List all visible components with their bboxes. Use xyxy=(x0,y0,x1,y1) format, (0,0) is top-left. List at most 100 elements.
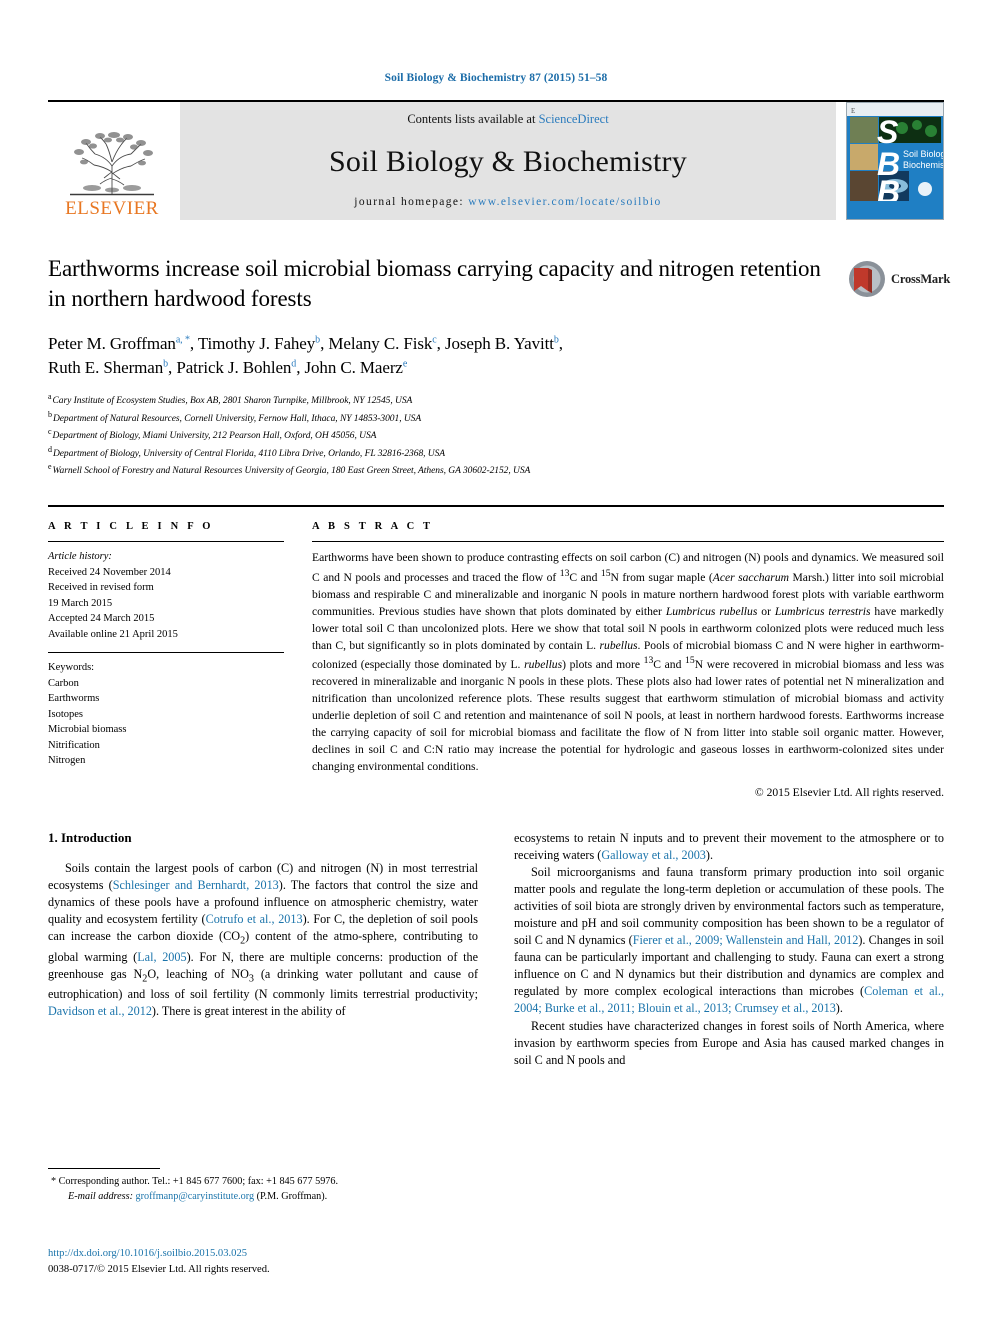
author-marks: b xyxy=(315,334,321,346)
section-heading-introduction: 1. Introduction xyxy=(48,829,132,845)
citation-link[interactable]: Lal, 2005 xyxy=(137,950,186,964)
intro-paragraph-1: Soils contain the largest pools of carbo… xyxy=(48,860,478,1021)
footnote-rule xyxy=(48,1168,160,1169)
affiliation-text: Warnell School of Forestry and Natural R… xyxy=(52,466,531,477)
affiliation-text: Cary Institute of Ecosystem Studies, Box… xyxy=(52,396,413,407)
author-marks: c xyxy=(432,334,437,346)
article-history-item: 19 March 2015 xyxy=(48,597,113,609)
intro-paragraph-2: Soil microorganisms and fauna transform … xyxy=(514,864,944,1018)
keyword-item: Microbial biomass xyxy=(48,724,127,736)
para-text: ). xyxy=(705,847,714,862)
abstract-text: N were recovered in microbial biomass an… xyxy=(312,658,944,773)
keyword-item: Earthworms xyxy=(48,693,100,705)
svg-text:Biochemistry: Biochemistry xyxy=(903,160,943,170)
cover-art: E S B B Soil Biology & Biochemistry xyxy=(847,103,943,219)
article-history-block: Article history: Received 24 November 20… xyxy=(48,542,284,642)
sciencedirect-link[interactable]: ScienceDirect xyxy=(539,112,609,126)
author-marks: a, * xyxy=(175,334,190,346)
citation-link[interactable]: Davidson et al., 2012 xyxy=(48,1004,152,1018)
species-name: rubellus xyxy=(599,638,638,652)
journal-cover-thumbnail: E S B B Soil Biology & Biochemistry xyxy=(846,102,944,220)
journal-title: Soil Biology & Biochemistry xyxy=(329,144,687,178)
abstract-text: N from sugar maple ( xyxy=(610,570,713,584)
crossmark-icon xyxy=(848,260,886,298)
crossmark-label: CrossMark xyxy=(891,271,951,286)
author-marks: b xyxy=(553,334,559,346)
keyword-item: Carbon xyxy=(48,677,79,689)
journal-homepage-link[interactable]: www.elsevier.com/locate/soilbio xyxy=(468,196,661,208)
title-block: Earthworms increase soil microbial bioma… xyxy=(48,254,950,314)
author-email-link[interactable]: groffmanp@caryinstitute.org xyxy=(136,1191,255,1202)
paper-page: Soil Biology & Biochemistry 87 (2015) 51… xyxy=(0,0,992,1323)
doi-block: http://dx.doi.org/10.1016/j.soilbio.2015… xyxy=(48,1246,518,1278)
author-name: Timothy J. Fahey xyxy=(197,333,316,353)
author-name: Peter M. Groffman xyxy=(48,333,176,353)
affiliation-item: dDepartment of Biology, University of Ce… xyxy=(48,444,944,462)
article-history-item: Received 24 November 2014 xyxy=(48,566,171,578)
citation-link[interactable]: Fierer et al., 2009; Wallenstein and Hal… xyxy=(633,933,859,947)
journal-homepage-line: journal homepage: www.elsevier.com/locat… xyxy=(354,196,661,208)
abstract-heading: A B S T R A C T xyxy=(312,521,434,533)
contents-prefix: Contents lists available at xyxy=(407,112,539,126)
isotope-15: 15 xyxy=(685,655,695,667)
author-name: Ruth E. Sherman xyxy=(48,358,164,378)
para-text: O, leaching of NO xyxy=(147,966,249,981)
affiliation-text: Department of Biology, Miami University,… xyxy=(52,431,377,442)
email-label: E-mail address: xyxy=(68,1190,133,1202)
affiliation-item: cDepartment of Biology, Miami University… xyxy=(48,426,944,444)
abstract-copyright: © 2015 Elsevier Ltd. All rights reserved… xyxy=(754,785,944,799)
svg-text:E: E xyxy=(851,107,855,115)
abstract-text: or xyxy=(757,604,775,618)
elsevier-wordmark: ELSEVIER xyxy=(65,198,159,219)
crossmark-badge[interactable]: CrossMark xyxy=(848,256,950,302)
elsevier-tree-icon xyxy=(70,132,154,196)
journal-masthead: ELSEVIER Contents lists available at Sci… xyxy=(48,100,944,220)
isotope-15: 15 xyxy=(600,567,611,579)
keyword-item: Nitrification xyxy=(48,739,100,751)
isotope-13: 13 xyxy=(559,567,570,579)
intro-paragraph-continued: ecosystems to retain N inputs and to pre… xyxy=(514,830,944,864)
body-column-right: ecosystems to retain N inputs and to pre… xyxy=(514,830,944,1069)
abstract-text: C and xyxy=(569,570,601,584)
affiliation-list: aCary Institute of Ecosystem Studies, Bo… xyxy=(48,391,944,479)
affiliation-text: Department of Biology, University of Cen… xyxy=(52,449,446,459)
email-note: E-mail address: groffmanp@caryinstitute.… xyxy=(48,1190,478,1205)
masthead-center-band: Contents lists available at ScienceDirec… xyxy=(180,102,836,220)
author-list: Peter M. Groffmana, *, Timothy J. Faheyb… xyxy=(48,333,563,378)
para-text: ecosystems to retain N inputs and to pre… xyxy=(514,830,944,862)
email-owner: (P.M. Groffman). xyxy=(256,1190,328,1202)
isotope-13: 13 xyxy=(643,655,654,667)
body-columns: 1. Introduction Soils contain the larges… xyxy=(48,830,944,1069)
citation-link[interactable]: Schlesinger and Bernhardt, 2013 xyxy=(113,878,279,892)
citation-link[interactable]: Galloway et al., 2003 xyxy=(601,848,706,862)
corresponding-author-note: * Corresponding author. Tel.: +1 845 677… xyxy=(51,1176,339,1187)
author-name: John C. Maerz xyxy=(304,358,403,378)
article-history-item: Received in revised form xyxy=(48,582,154,594)
citation-link[interactable]: Cotrufo et al., 2013 xyxy=(206,912,303,926)
affiliation-item: eWarnell School of Forestry and Natural … xyxy=(48,461,944,479)
article-info-column: A R T I C L E I N F O Article history: R… xyxy=(48,521,284,802)
author-marks: e xyxy=(402,358,408,370)
running-head: Soil Biology & Biochemistry 87 (2015) 51… xyxy=(384,72,608,84)
affiliation-text: Department of Natural Resources, Cornell… xyxy=(52,413,422,424)
species-name: Lumbricus rubellus xyxy=(665,604,758,618)
species-name: Lumbricus terrestris xyxy=(774,604,871,618)
abstract-text: ) plots and more xyxy=(562,658,644,672)
body-column-left: 1. Introduction Soils contain the larges… xyxy=(48,830,478,1069)
keyword-item: Nitrogen xyxy=(48,755,86,767)
para-text: ). There is great interest in the abilit… xyxy=(151,1004,346,1019)
affiliation-item: aCary Institute of Ecosystem Studies, Bo… xyxy=(48,391,944,409)
keywords-block: Keywords: Carbon Earthworms Isotopes Mic… xyxy=(48,652,284,769)
homepage-prefix: journal homepage: xyxy=(354,196,469,208)
footnote-block: * Corresponding author. Tel.: +1 845 677… xyxy=(48,1168,478,1205)
svg-text:Soil Biology &: Soil Biology & xyxy=(903,149,943,159)
species-name: rubellus xyxy=(524,658,563,672)
article-history-item: Accepted 24 March 2015 xyxy=(48,613,155,625)
keywords-label: Keywords: xyxy=(48,662,95,674)
elsevier-logo: ELSEVIER xyxy=(48,102,176,220)
svg-text:S: S xyxy=(877,114,899,150)
doi-link[interactable]: http://dx.doi.org/10.1016/j.soilbio.2015… xyxy=(48,1248,247,1259)
abstract-column: A B S T R A C T Earthworms have been sho… xyxy=(312,521,944,802)
abstract-body: Earthworms have been shown to produce co… xyxy=(312,542,944,802)
author-name: Joseph B. Yavitt xyxy=(444,333,554,353)
